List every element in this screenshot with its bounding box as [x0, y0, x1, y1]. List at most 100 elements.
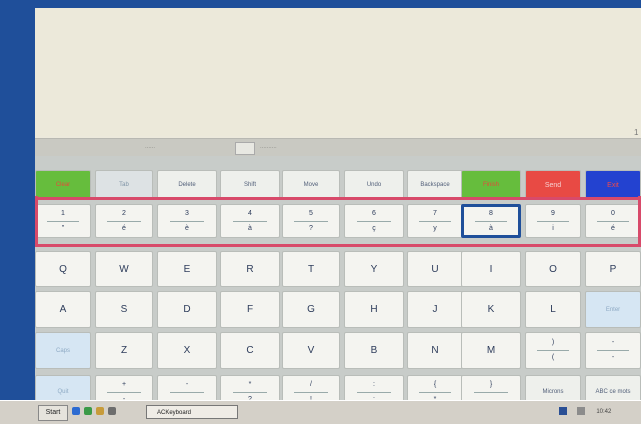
- letter-key[interactable]: D: [157, 291, 217, 328]
- key-divider: [107, 220, 141, 222]
- key-bottom-char: i: [552, 224, 554, 232]
- quicklaunch-icon[interactable]: [84, 407, 92, 415]
- key-bottom-char: (: [551, 354, 555, 361]
- function-key[interactable]: Undo: [344, 170, 404, 200]
- key-divider: [356, 391, 392, 393]
- letter-key[interactable]: X: [157, 332, 217, 369]
- key-top-char: 6: [372, 209, 376, 217]
- key-label: J: [432, 304, 438, 315]
- letter-key[interactable]: I: [461, 251, 521, 287]
- function-key[interactable]: Finish: [461, 170, 521, 200]
- letter-key[interactable]: A: [35, 291, 91, 328]
- key-label: L: [550, 304, 556, 315]
- letter-key[interactable]: P: [585, 251, 641, 287]
- letter-key[interactable]: B: [344, 332, 404, 369]
- letter-key[interactable]: C: [220, 332, 280, 369]
- key-label: S: [120, 304, 128, 315]
- letter-key[interactable]: J: [407, 291, 463, 328]
- key-bottom-char: ç: [372, 224, 376, 232]
- number-key[interactable]: 1 ": [35, 204, 91, 238]
- number-key[interactable]: 7y: [407, 204, 463, 238]
- key-label: Quit: [57, 389, 69, 395]
- number-key[interactable]: 5?: [282, 204, 340, 238]
- letter-key[interactable]: U: [407, 251, 463, 287]
- function-key[interactable]: Tab: [95, 170, 153, 200]
- letter-key[interactable]: M: [461, 332, 521, 369]
- app-screen: ...... .......... Clear Tab Delete Shift Mov…: [35, 8, 641, 423]
- number-key[interactable]: 8à: [461, 204, 521, 238]
- key-label: Enter: [605, 306, 621, 313]
- letter-key[interactable]: F: [220, 291, 280, 328]
- letter-key[interactable]: Y: [344, 251, 404, 287]
- function-key[interactable]: Delete: [157, 170, 217, 200]
- clock: 10:42: [596, 409, 612, 415]
- number-key[interactable]: 6ç: [344, 204, 404, 238]
- letter-key[interactable]: G: [282, 291, 340, 328]
- symbol-key[interactable]: --: [585, 332, 641, 369]
- taskbar-task[interactable]: ACKeyboard: [146, 405, 238, 419]
- key-label: G: [307, 304, 315, 315]
- key-divider: [536, 220, 570, 222]
- key-bottom-char: é: [122, 224, 126, 232]
- row-highlight: [35, 244, 641, 247]
- number-key[interactable]: 9i: [525, 204, 581, 238]
- text-input-area[interactable]: [35, 8, 641, 136]
- folder-icon[interactable]: [96, 407, 104, 415]
- key-top-char: /: [310, 380, 312, 388]
- number-key[interactable]: 0é: [585, 204, 641, 238]
- letter-key[interactable]: E: [157, 251, 217, 287]
- key-label: Finish: [482, 182, 499, 188]
- function-key[interactable]: Backspace: [407, 170, 463, 200]
- key-label: Tab: [119, 182, 129, 188]
- key-top-char: {: [433, 380, 437, 388]
- system-tray: 10:42: [559, 405, 639, 419]
- key-bottom-char: ?: [309, 224, 313, 232]
- key-bottom-char: à: [489, 224, 493, 232]
- letter-key[interactable]: L: [525, 291, 581, 328]
- key-top-char: 1: [61, 209, 65, 217]
- letter-key[interactable]: Enter: [585, 291, 641, 328]
- key-label: C: [246, 345, 254, 356]
- letter-key[interactable]: O: [525, 251, 581, 287]
- row-highlight: [35, 197, 641, 200]
- letter-key[interactable]: K: [461, 291, 521, 328]
- key-bottom-char: -: [611, 354, 615, 361]
- key-top-char: *: [248, 380, 252, 388]
- key-label: V: [307, 345, 315, 356]
- key-top-char: 7: [433, 209, 437, 217]
- key-divider: [232, 220, 268, 222]
- letter-key[interactable]: H: [344, 291, 404, 328]
- letter-key[interactable]: W: [95, 251, 153, 287]
- number-key[interactable]: 4à: [220, 204, 280, 238]
- letter-key[interactable]: S: [95, 291, 153, 328]
- key-label: Move: [303, 182, 319, 188]
- function-key[interactable]: Move: [282, 170, 340, 200]
- letter-key[interactable]: V: [282, 332, 340, 369]
- function-key[interactable]: Send: [525, 170, 581, 200]
- key-divider: [46, 220, 80, 222]
- key-top-char: +: [121, 380, 127, 388]
- key-top-char: 5: [309, 209, 313, 217]
- ie-icon[interactable]: [72, 407, 80, 415]
- number-key[interactable]: 2é: [95, 204, 153, 238]
- function-key[interactable]: Clear: [35, 170, 91, 200]
- key-divider: [596, 350, 630, 351]
- function-key[interactable]: Exit: [585, 170, 641, 200]
- letter-key[interactable]: Q: [35, 251, 91, 287]
- start-button[interactable]: Start: [38, 405, 68, 421]
- letter-key[interactable]: R: [220, 251, 280, 287]
- key-label: K: [487, 304, 495, 315]
- key-bottom-char: ": [61, 224, 65, 232]
- number-key[interactable]: 3è: [157, 204, 217, 238]
- letter-key[interactable]: N: [407, 332, 463, 369]
- letter-key[interactable]: Caps: [35, 332, 91, 369]
- letter-key[interactable]: Z: [95, 332, 153, 369]
- key-bottom-char: à: [248, 224, 252, 232]
- symbol-key[interactable]: )(: [525, 332, 581, 369]
- function-key[interactable]: Shift: [220, 170, 280, 200]
- key-bottom-char: y: [433, 224, 437, 232]
- app-icon[interactable]: [108, 407, 116, 415]
- key-label: Send: [544, 181, 562, 189]
- key-label: Undo: [366, 182, 382, 188]
- letter-key[interactable]: T: [282, 251, 340, 287]
